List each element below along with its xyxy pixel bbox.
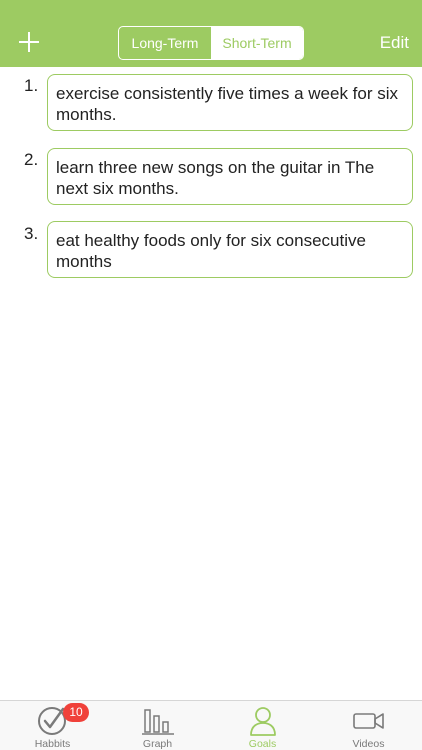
goal-number: 1. <box>24 76 39 95</box>
tab-graph-label: Graph <box>142 738 173 750</box>
goal-item[interactable]: exercise consistently five times a week … <box>47 74 413 131</box>
tab-goals-label: Goals <box>248 738 277 750</box>
video-camera-icon <box>352 706 386 736</box>
header-bar: Long-Term Short-Term Edit <box>0 0 422 67</box>
goal-item[interactable]: eat healthy foods only for six consecuti… <box>47 221 413 278</box>
tab-habbits-label: Habbits <box>34 738 71 750</box>
person-icon <box>247 706 279 736</box>
segment-short-term[interactable]: Short-Term <box>211 27 303 59</box>
goal-number: 2. <box>24 150 39 169</box>
goal-term-segmented-control: Long-Term Short-Term <box>118 26 304 60</box>
tab-habbits[interactable]: Habbits <box>0 701 105 750</box>
segment-long-term[interactable]: Long-Term <box>119 27 211 59</box>
tab-graph[interactable]: Graph <box>105 701 210 750</box>
tab-videos-label: Videos <box>352 738 385 750</box>
edit-button[interactable]: Edit <box>380 33 409 53</box>
tab-videos[interactable]: Videos <box>316 701 421 750</box>
goal-item[interactable]: learn three new songs on the guitar in T… <box>47 148 413 205</box>
tab-bar: Habbits 10 Graph Goals Videos <box>0 700 422 750</box>
tab-goals[interactable]: Goals <box>210 701 315 750</box>
plus-icon[interactable] <box>19 32 39 52</box>
habbits-badge: 10 <box>63 703 89 722</box>
goal-number: 3. <box>24 224 39 243</box>
bar-chart-icon <box>141 706 174 736</box>
